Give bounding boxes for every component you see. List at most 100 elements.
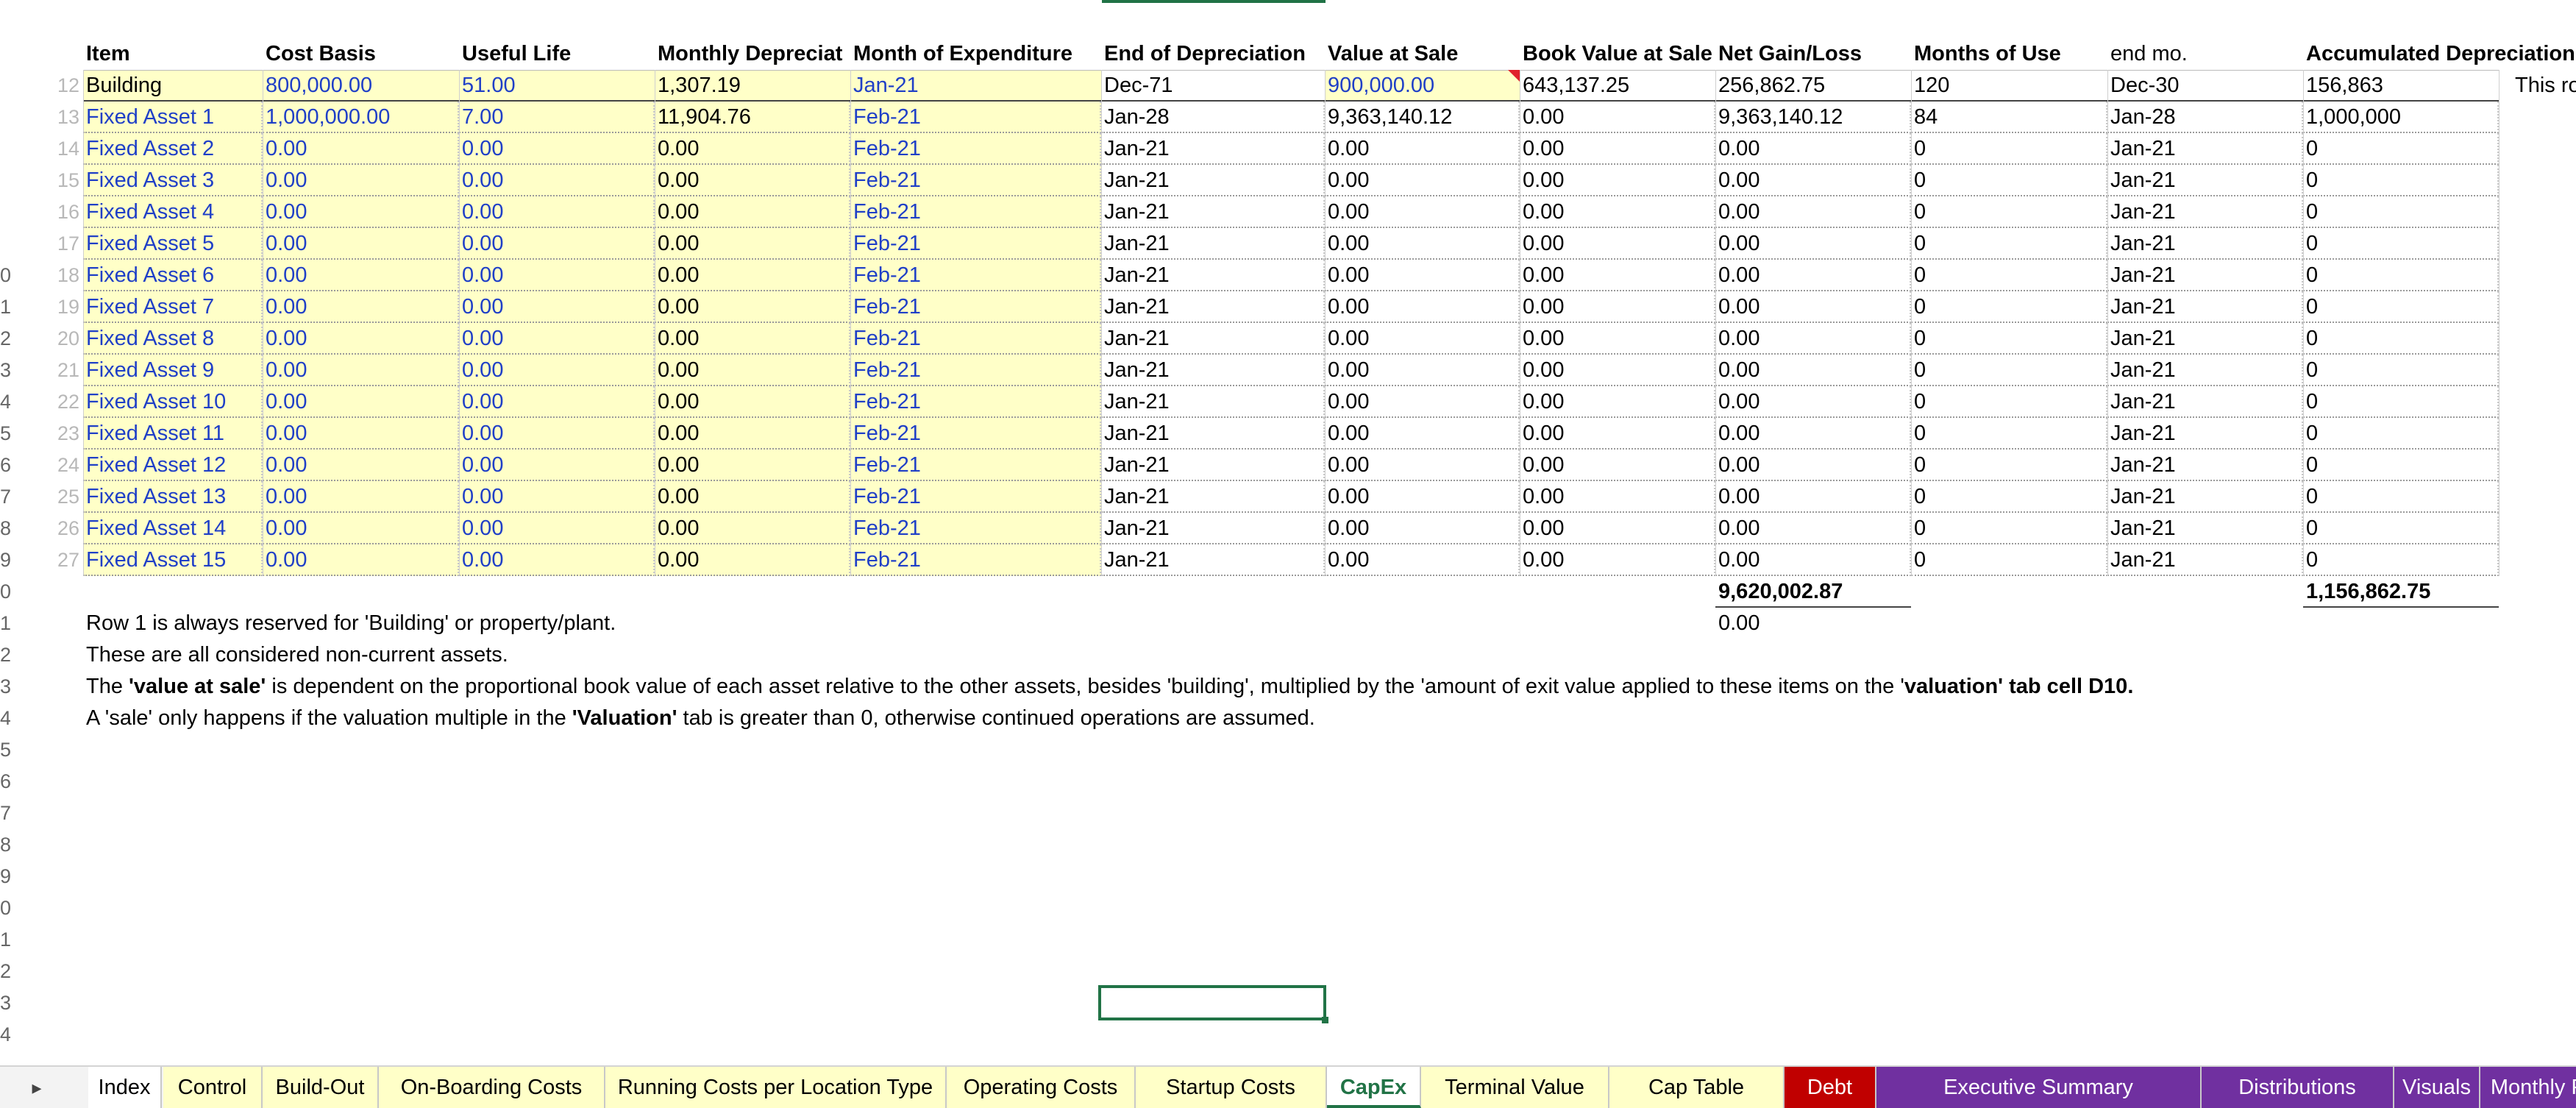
- data-cell[interactable]: Jan-21: [2107, 481, 2303, 513]
- data-cell[interactable]: 0.00: [459, 323, 655, 355]
- data-cell[interactable]: 0.00: [459, 355, 655, 386]
- data-cell[interactable]: 0.00: [1325, 291, 1520, 323]
- data-cell[interactable]: 0: [2303, 544, 2499, 576]
- data-cell[interactable]: 1,307.19: [655, 70, 850, 102]
- data-cell[interactable]: Feb-21: [850, 355, 1101, 386]
- data-cell[interactable]: 0.00: [655, 418, 850, 450]
- data-cell[interactable]: Feb-21: [850, 513, 1101, 544]
- sheet-tab-visuals[interactable]: Visuals: [2394, 1067, 2480, 1108]
- data-cell[interactable]: 0.00: [1715, 481, 1911, 513]
- data-cell[interactable]: Feb-21: [850, 260, 1101, 291]
- data-cell[interactable]: 0.00: [655, 386, 850, 418]
- data-cell[interactable]: 0.00: [655, 450, 850, 481]
- column-header-cell[interactable]: Item: [83, 38, 263, 70]
- data-cell[interactable]: 0.00: [655, 228, 850, 260]
- data-cell[interactable]: 0.00: [263, 544, 459, 576]
- column-header-cell[interactable]: Months of Use: [1911, 38, 2107, 70]
- data-cell[interactable]: Jan-21: [2107, 228, 2303, 260]
- data-cell[interactable]: Jan-21: [1101, 418, 1325, 450]
- data-cell[interactable]: 0: [2303, 291, 2499, 323]
- data-cell[interactable]: Jan-21: [2107, 450, 2303, 481]
- row-number[interactable]: 19: [0, 291, 79, 323]
- data-cell[interactable]: Jan-21: [1101, 260, 1325, 291]
- row-number[interactable]: 17: [0, 228, 79, 260]
- data-cell[interactable]: 0.00: [263, 133, 459, 165]
- row-number[interactable]: 23: [0, 418, 79, 450]
- column-header-cell[interactable]: Book Value at Sale: [1520, 38, 1715, 70]
- data-cell[interactable]: 0.00: [1520, 386, 1715, 418]
- row-number[interactable]: 21: [0, 355, 79, 386]
- row-number[interactable]: 16: [0, 196, 79, 228]
- data-cell[interactable]: 11,904.76: [655, 102, 850, 133]
- data-cell[interactable]: 0.00: [1325, 481, 1520, 513]
- row-number[interactable]: 18: [0, 260, 79, 291]
- data-cell[interactable]: Jan-21: [1101, 165, 1325, 196]
- data-cell[interactable]: 0.00: [459, 450, 655, 481]
- data-cell[interactable]: 0: [1911, 386, 2107, 418]
- asset-name-cell[interactable]: Fixed Asset 11: [83, 418, 263, 450]
- data-cell[interactable]: 0: [1911, 165, 2107, 196]
- spreadsheet-grid[interactable]: 0 1 2 3 4 5 6 7 8 9 0 1 2 3 4 5 6 7 8 9 0 1 2 3 4 Item Cost Basis U…: [0, 0, 2576, 1065]
- data-cell[interactable]: 0.00: [1520, 450, 1715, 481]
- data-cell[interactable]: 0: [2303, 260, 2499, 291]
- data-cell[interactable]: 0.00: [1325, 355, 1520, 386]
- data-cell[interactable]: 51.00: [459, 70, 655, 102]
- row-number[interactable]: 13: [0, 102, 79, 133]
- row-number[interactable]: 20: [0, 323, 79, 355]
- data-cell[interactable]: Jan-21: [1101, 386, 1325, 418]
- data-cell[interactable]: 0.00: [263, 450, 459, 481]
- column-header-cell[interactable]: Monthly Depreciat: [655, 38, 850, 70]
- data-cell[interactable]: 9,363,140.12: [1325, 102, 1520, 133]
- data-cell[interactable]: 0: [2303, 323, 2499, 355]
- asset-name-cell[interactable]: Fixed Asset 14: [83, 513, 263, 544]
- data-cell[interactable]: Jan-21: [1101, 481, 1325, 513]
- column-header-cell[interactable]: end mo.: [2107, 38, 2303, 70]
- data-cell[interactable]: 0.00: [459, 196, 655, 228]
- asset-name-cell[interactable]: Building: [83, 70, 263, 102]
- data-cell[interactable]: 0.00: [263, 291, 459, 323]
- data-cell[interactable]: 0.00: [1715, 418, 1911, 450]
- data-cell[interactable]: 0: [1911, 450, 2107, 481]
- data-cell[interactable]: 1,000,000.00: [263, 102, 459, 133]
- data-cell[interactable]: 0: [2303, 513, 2499, 544]
- data-cell[interactable]: 0.00: [1520, 355, 1715, 386]
- data-cell[interactable]: 0.00: [655, 323, 850, 355]
- data-cell[interactable]: 0.00: [263, 196, 459, 228]
- sheet-tab-index[interactable]: Index: [88, 1067, 162, 1108]
- data-cell[interactable]: Feb-21: [850, 418, 1101, 450]
- data-cell[interactable]: 0.00: [1325, 323, 1520, 355]
- data-cell[interactable]: 0.00: [1520, 544, 1715, 576]
- asset-name-cell[interactable]: Fixed Asset 3: [83, 165, 263, 196]
- data-cell[interactable]: Dec-30: [2107, 70, 2303, 102]
- data-cell[interactable]: 0.00: [655, 355, 850, 386]
- data-cell[interactable]: 7.00: [459, 102, 655, 133]
- data-cell[interactable]: Jan-28: [2107, 102, 2303, 133]
- data-cell[interactable]: 256,862.75: [1715, 70, 1911, 102]
- data-cell[interactable]: 0.00: [263, 481, 459, 513]
- data-cell[interactable]: 0.00: [1715, 450, 1911, 481]
- row-number[interactable]: 22: [0, 386, 79, 418]
- asset-name-cell[interactable]: Fixed Asset 10: [83, 386, 263, 418]
- data-cell[interactable]: Feb-21: [850, 386, 1101, 418]
- data-cell[interactable]: Jan-21: [2107, 291, 2303, 323]
- sheet-tab-control[interactable]: Control: [163, 1067, 263, 1108]
- data-cell[interactable]: Jan-21: [2107, 196, 2303, 228]
- data-cell[interactable]: 0: [2303, 165, 2499, 196]
- data-cell[interactable]: 0: [2303, 196, 2499, 228]
- sheet-tab-debt[interactable]: Debt: [1785, 1067, 1876, 1108]
- fill-handle[interactable]: [1322, 1017, 1328, 1023]
- data-cell[interactable]: Feb-21: [850, 544, 1101, 576]
- data-cell[interactable]: 0.00: [1520, 323, 1715, 355]
- data-cell[interactable]: 0.00: [459, 291, 655, 323]
- row-number[interactable]: 24: [0, 450, 79, 481]
- data-cell[interactable]: 0.00: [1325, 165, 1520, 196]
- data-cell[interactable]: Jan-21: [1101, 228, 1325, 260]
- column-header-cell[interactable]: Cost Basis: [263, 38, 459, 70]
- asset-name-cell[interactable]: Fixed Asset 8: [83, 323, 263, 355]
- data-cell[interactable]: 0: [1911, 133, 2107, 165]
- asset-name-cell[interactable]: Fixed Asset 9: [83, 355, 263, 386]
- data-cell[interactable]: 0.00: [263, 355, 459, 386]
- data-cell[interactable]: 0.00: [1325, 133, 1520, 165]
- column-header-cell[interactable]: Useful Life: [459, 38, 655, 70]
- data-cell[interactable]: 0: [2303, 355, 2499, 386]
